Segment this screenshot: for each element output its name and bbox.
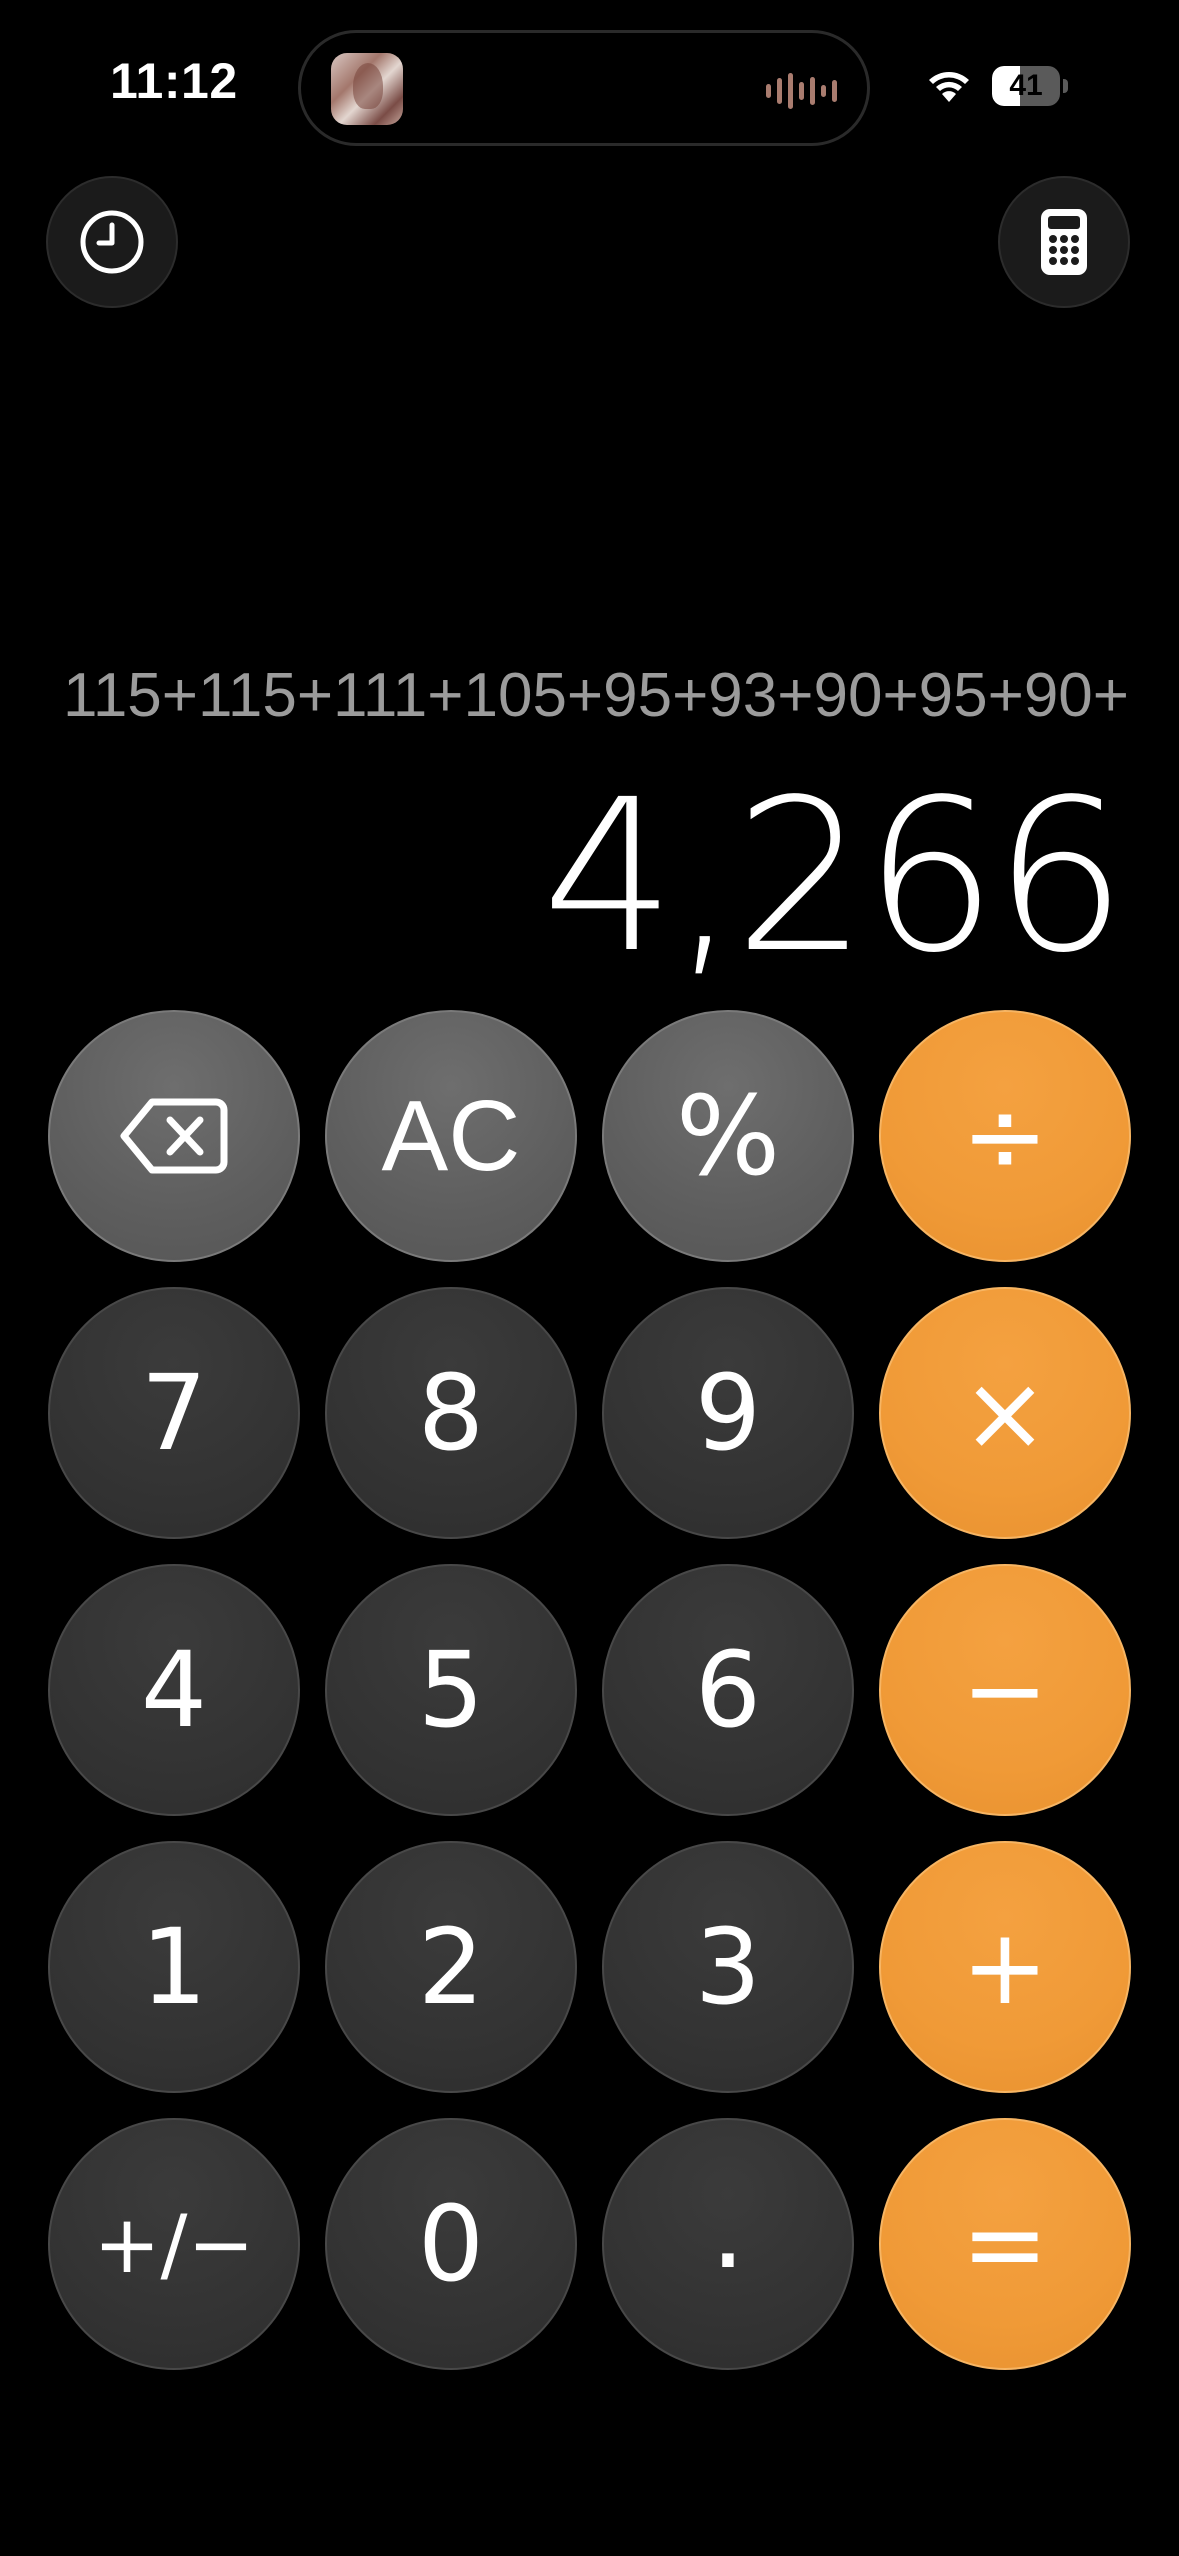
decimal-button[interactable]: . xyxy=(602,2118,854,2370)
calculator-icon xyxy=(1041,209,1087,275)
clear-button[interactable]: AC xyxy=(325,1010,577,1262)
backspace-icon xyxy=(120,1098,228,1174)
dynamic-island[interactable] xyxy=(298,30,870,146)
history-button[interactable] xyxy=(46,176,178,308)
digit-3-button[interactable]: 3 xyxy=(602,1841,854,2093)
status-time: 11:12 xyxy=(110,53,238,109)
digit-8-button[interactable]: 8 xyxy=(325,1287,577,1539)
calculator-mode-button[interactable] xyxy=(998,176,1130,308)
plus-minus-button[interactable]: +/− xyxy=(48,2118,300,2370)
now-playing-artwork xyxy=(331,53,403,125)
divide-button[interactable]: ÷ xyxy=(879,1010,1131,1262)
expression-display: 115+115+111+105+95+93+90+95+90+ xyxy=(62,661,1129,730)
subtract-button[interactable]: − xyxy=(879,1564,1131,1816)
wifi-icon xyxy=(929,72,969,102)
digit-0-button[interactable]: 0 xyxy=(325,2118,577,2370)
clock-icon xyxy=(80,210,144,274)
digit-9-button[interactable]: 9 xyxy=(602,1287,854,1539)
digit-2-button[interactable]: 2 xyxy=(325,1841,577,2093)
digit-7-button[interactable]: 7 xyxy=(48,1287,300,1539)
audio-wave-icon xyxy=(766,73,837,109)
multiply-button[interactable]: × xyxy=(879,1287,1131,1539)
backspace-button[interactable] xyxy=(48,1010,300,1262)
keypad: AC % ÷ 7 8 9 × 4 5 6 − 1 2 3 + +/− 0 . = xyxy=(48,1010,1132,2370)
percent-button[interactable]: % xyxy=(602,1010,854,1262)
digit-4-button[interactable]: 4 xyxy=(48,1564,300,1816)
battery-icon: 41 xyxy=(992,66,1068,106)
digit-5-button[interactable]: 5 xyxy=(325,1564,577,1816)
equals-button[interactable]: = xyxy=(879,2118,1131,2370)
add-button[interactable]: + xyxy=(879,1841,1131,2093)
result-display: 4,266 xyxy=(541,754,1127,999)
battery-level: 41 xyxy=(1009,69,1043,102)
digit-1-button[interactable]: 1 xyxy=(48,1841,300,2093)
digit-6-button[interactable]: 6 xyxy=(602,1564,854,1816)
